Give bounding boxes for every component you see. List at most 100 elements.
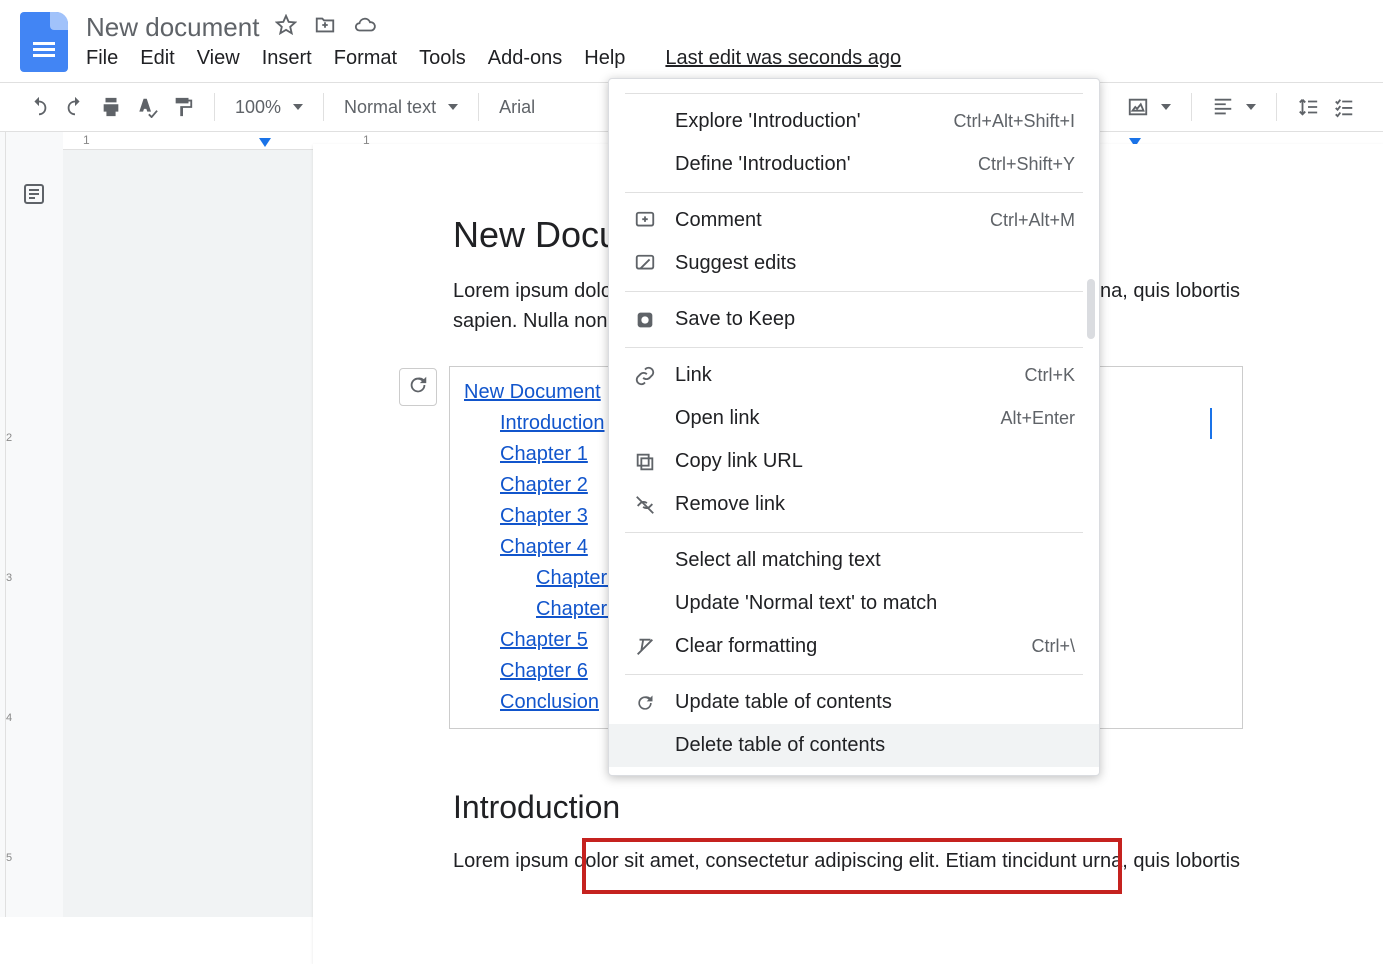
menu-select-all-matching[interactable]: Select all matching text xyxy=(609,539,1099,582)
section-heading: Introduction xyxy=(453,789,1243,826)
zoom-select[interactable]: 100% xyxy=(235,97,303,118)
menu-update-toc[interactable]: Update table of contents xyxy=(609,681,1099,724)
menu-comment[interactable]: Comment Ctrl+Alt+M xyxy=(609,199,1099,242)
move-folder-icon[interactable] xyxy=(313,14,337,41)
checklist-icon[interactable] xyxy=(1333,96,1355,118)
menu-addons[interactable]: Add-ons xyxy=(488,47,563,70)
undo-icon[interactable] xyxy=(28,96,50,118)
spellcheck-icon[interactable] xyxy=(136,96,158,118)
menu-label: Save to Keep xyxy=(675,308,1075,331)
unlink-icon xyxy=(633,494,657,516)
menu-shortcut: Alt+Enter xyxy=(1000,408,1075,429)
chevron-down-icon xyxy=(1246,104,1256,110)
menu-label: Link xyxy=(675,364,1006,387)
menu-help[interactable]: Help xyxy=(584,47,625,70)
menu-define[interactable]: Define 'Introduction' Ctrl+Shift+Y xyxy=(609,143,1099,186)
menu-save-to-keep[interactable]: Save to Keep xyxy=(609,298,1099,341)
menu-bar: File Edit View Insert Format Tools Add-o… xyxy=(86,47,1363,70)
menu-label: Explore 'Introduction' xyxy=(675,110,935,133)
toolbar-separator xyxy=(478,93,479,121)
menu-divider xyxy=(625,674,1083,675)
menu-divider xyxy=(625,93,1083,94)
menu-suggest-edits[interactable]: Suggest edits xyxy=(609,242,1099,285)
toolbar-separator xyxy=(323,93,324,121)
menu-label: Copy link URL xyxy=(675,450,1075,473)
menu-label: Suggest edits xyxy=(675,252,1075,275)
context-menu: Explore 'Introduction' Ctrl+Alt+Shift+I … xyxy=(608,78,1100,776)
menu-divider xyxy=(625,347,1083,348)
menu-open-link[interactable]: Open link Alt+Enter xyxy=(609,397,1099,440)
paint-format-icon[interactable] xyxy=(172,96,194,118)
doc-title-row: New document xyxy=(86,12,1363,43)
toolbar-separator xyxy=(1191,93,1192,121)
docs-logo-icon[interactable] xyxy=(20,12,68,72)
toolbar-separator xyxy=(1276,93,1277,121)
outline-toggle-icon[interactable] xyxy=(22,182,46,917)
font-select[interactable]: Arial xyxy=(499,97,535,118)
menu-format[interactable]: Format xyxy=(334,47,397,70)
zoom-value: 100% xyxy=(235,97,281,118)
menu-divider xyxy=(625,192,1083,193)
align-icon[interactable] xyxy=(1212,96,1256,118)
star-icon[interactable] xyxy=(275,14,297,41)
indent-marker-icon[interactable] xyxy=(259,138,271,147)
body-paragraph: Lorem ipsum dolor sit amet, consectetur … xyxy=(453,846,1243,876)
menu-divider xyxy=(625,532,1083,533)
style-value: Normal text xyxy=(344,97,436,118)
cloud-status-icon[interactable] xyxy=(353,14,377,41)
menu-file[interactable]: File xyxy=(86,47,118,70)
document-title[interactable]: New document xyxy=(86,12,259,43)
redo-icon[interactable] xyxy=(64,96,86,118)
ruler-v-tick: 2 xyxy=(6,432,12,444)
last-edit-link[interactable]: Last edit was seconds ago xyxy=(665,47,901,70)
print-icon[interactable] xyxy=(100,96,122,118)
menu-link[interactable]: Link Ctrl+K xyxy=(609,354,1099,397)
menu-label: Select all matching text xyxy=(675,549,1075,572)
menu-shortcut: Ctrl+Shift+Y xyxy=(978,154,1075,175)
chevron-down-icon xyxy=(293,104,303,110)
menu-shortcut: Ctrl+Alt+M xyxy=(990,210,1075,231)
menu-copy-link-url[interactable]: Copy link URL xyxy=(609,440,1099,483)
menu-label: Open link xyxy=(675,407,982,430)
menu-label: Update table of contents xyxy=(675,691,1075,714)
menu-shortcut: Ctrl+Alt+Shift+I xyxy=(953,111,1075,132)
menu-insert[interactable]: Insert xyxy=(262,47,312,70)
clear-format-icon xyxy=(633,636,657,658)
menu-label: Clear formatting xyxy=(675,635,1013,658)
ruler-v-tick: 4 xyxy=(6,712,12,724)
outline-panel xyxy=(6,132,63,917)
refresh-icon xyxy=(633,693,657,713)
comment-icon xyxy=(633,210,657,232)
header-bar: New document File Edit View Insert Forma… xyxy=(0,0,1383,72)
font-value: Arial xyxy=(499,97,535,118)
chevron-down-icon xyxy=(1161,104,1171,110)
copy-icon xyxy=(633,451,657,473)
ruler-v-tick: 3 xyxy=(6,572,12,584)
menu-label: Delete table of contents xyxy=(675,734,1075,757)
menu-remove-link[interactable]: Remove link xyxy=(609,483,1099,526)
line-spacing-icon[interactable] xyxy=(1297,96,1319,118)
link-icon xyxy=(633,365,657,387)
refresh-icon xyxy=(407,374,429,401)
vertical-ruler: 2 3 4 5 xyxy=(0,132,6,917)
suggest-icon xyxy=(633,253,657,275)
menu-view[interactable]: View xyxy=(197,47,240,70)
toc-refresh-button[interactable] xyxy=(399,368,437,406)
menu-clear-formatting[interactable]: Clear formatting Ctrl+\ xyxy=(609,625,1099,668)
toolbar-separator xyxy=(214,93,215,121)
paragraph-style-select[interactable]: Normal text xyxy=(344,97,458,118)
menu-delete-toc[interactable]: Delete table of contents xyxy=(609,724,1099,767)
menu-update-normal-text[interactable]: Update 'Normal text' to match xyxy=(609,582,1099,625)
ruler-v-tick: 5 xyxy=(6,852,12,864)
insert-image-icon[interactable] xyxy=(1127,96,1171,118)
menu-label: Comment xyxy=(675,209,972,232)
keep-icon xyxy=(633,309,657,331)
menu-label: Remove link xyxy=(675,493,1075,516)
menu-shortcut: Ctrl+K xyxy=(1024,365,1075,386)
context-menu-scrollbar[interactable] xyxy=(1087,279,1095,339)
menu-label: Update 'Normal text' to match xyxy=(675,592,1075,615)
menu-label: Define 'Introduction' xyxy=(675,153,960,176)
menu-edit[interactable]: Edit xyxy=(140,47,174,70)
menu-tools[interactable]: Tools xyxy=(419,47,466,70)
menu-explore[interactable]: Explore 'Introduction' Ctrl+Alt+Shift+I xyxy=(609,100,1099,143)
